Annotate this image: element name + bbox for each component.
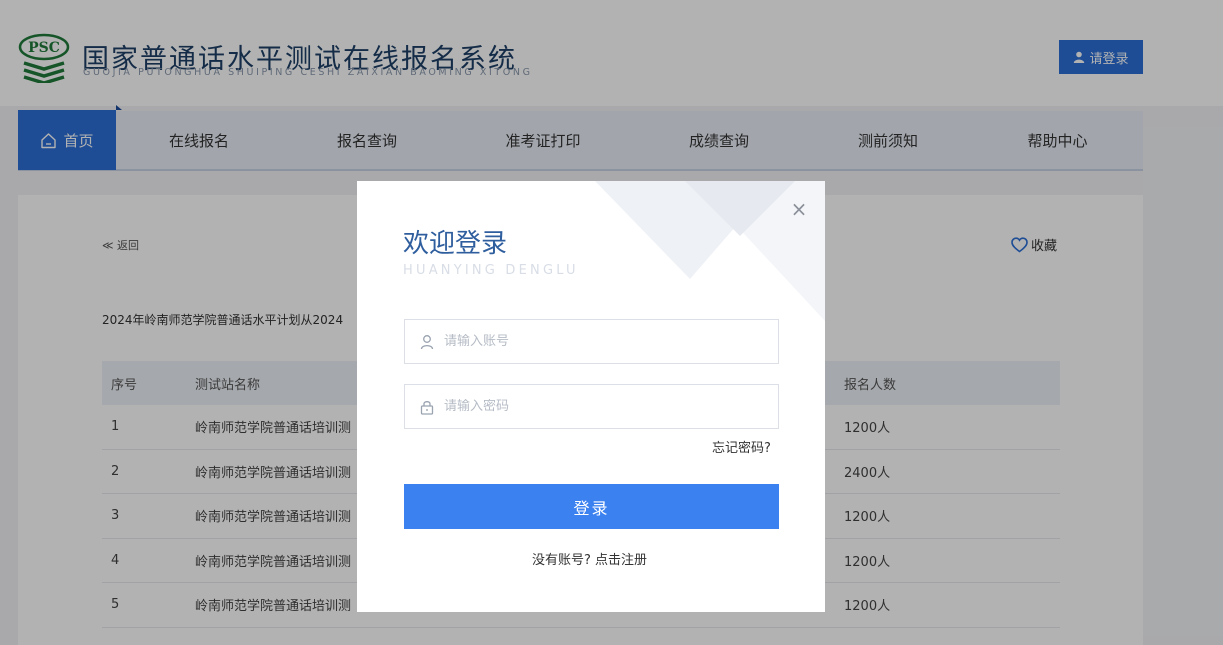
forgot-password-link[interactable]: 忘记密码? bbox=[712, 437, 771, 456]
lock-icon bbox=[420, 400, 434, 415]
password-field[interactable] bbox=[404, 384, 779, 429]
modal-subtitle: HUANYING DENGLU bbox=[403, 263, 579, 278]
username-input[interactable] bbox=[444, 334, 764, 349]
username-field[interactable] bbox=[404, 319, 779, 364]
login-modal: × 欢迎登录 HUANYING DENGLU 忘记密码? 登录 没有账号? 点击… bbox=[357, 181, 825, 612]
user-icon bbox=[420, 334, 434, 349]
password-input[interactable] bbox=[444, 399, 764, 414]
login-submit-button[interactable]: 登录 bbox=[404, 484, 779, 529]
register-link[interactable]: 没有账号? 点击注册 bbox=[532, 549, 647, 568]
modal-title: 欢迎登录 bbox=[403, 229, 508, 259]
close-icon[interactable]: × bbox=[789, 199, 809, 219]
